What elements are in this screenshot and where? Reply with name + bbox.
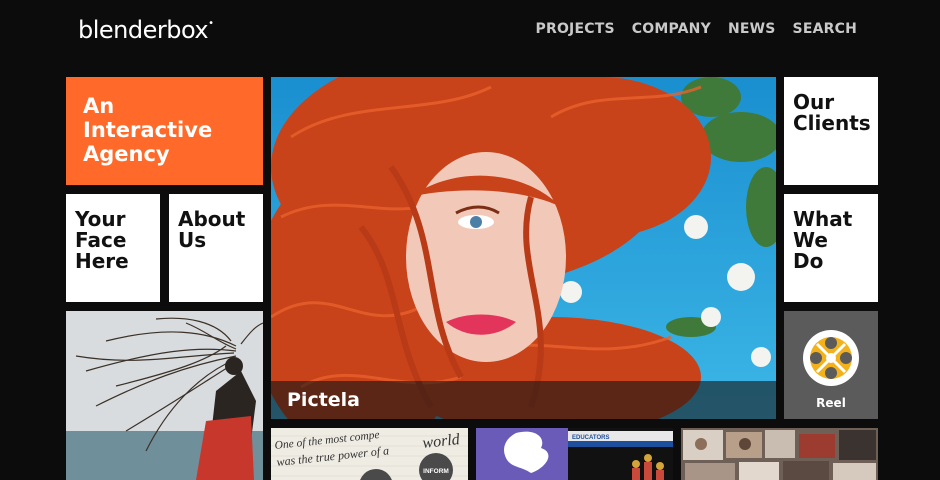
tile-collage-thumb[interactable] xyxy=(681,428,878,480)
logo-text: blenderbox xyxy=(78,16,209,44)
tile-what-we-do-label: What We Do xyxy=(793,207,853,273)
tile-your-face-here[interactable]: Your Face Here xyxy=(66,194,160,302)
logo[interactable]: blenderbox• xyxy=(78,16,214,44)
logo-mark: • xyxy=(208,18,214,29)
tile-our-clients[interactable]: Our Clients xyxy=(784,77,878,185)
nav-news[interactable]: NEWS xyxy=(728,21,776,37)
collage-thumb-image xyxy=(681,428,878,480)
educators-label: EDUCATORS xyxy=(572,435,609,441)
tile-about-us[interactable]: About Us xyxy=(169,194,263,302)
hero-pictela[interactable]: Pictela xyxy=(271,77,776,419)
nav-projects[interactable]: PROJECTS xyxy=(536,21,615,37)
tile-agency-label: An Interactive Agency xyxy=(83,94,213,166)
tile-about-label: About Us xyxy=(178,207,246,252)
film-reel-icon xyxy=(803,330,859,386)
tile-quote-thumb[interactable]: One of the most compe was the true power… xyxy=(271,428,468,480)
reel-label: Reel xyxy=(816,396,846,410)
tile-educators-thumb[interactable]: EDUCATORS xyxy=(476,428,673,480)
tile-your-face-label: Your Face Here xyxy=(75,207,129,273)
quote-thumb-image: One of the most compe was the true power… xyxy=(271,428,468,480)
hero-caption: Pictela xyxy=(271,381,776,419)
branches-image xyxy=(66,311,263,480)
tile-interactive-agency[interactable]: An Interactive Agency xyxy=(66,77,263,185)
nav-search[interactable]: SEARCH xyxy=(793,21,857,37)
inform-label: INFORM xyxy=(423,468,449,475)
main-nav: PROJECTS COMPANY NEWS SEARCH xyxy=(536,21,857,37)
tile-reel[interactable]: Reel xyxy=(784,311,878,419)
tile-what-we-do[interactable]: What We Do xyxy=(784,194,878,302)
educators-thumb-image: EDUCATORS xyxy=(476,428,673,480)
nav-company[interactable]: COMPANY xyxy=(632,21,711,37)
hero-image xyxy=(271,77,776,419)
tile-branches-photo[interactable] xyxy=(66,311,263,480)
tile-clients-label: Our Clients xyxy=(793,90,871,135)
